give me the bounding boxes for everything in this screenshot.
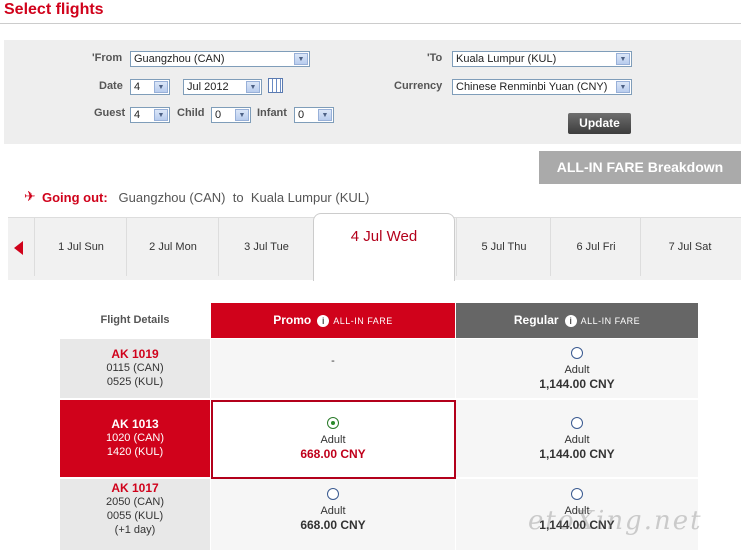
infant-select[interactable]: 0 ▼ — [294, 107, 334, 123]
fare-radio[interactable] — [327, 488, 339, 500]
date-tab[interactable]: 2 Jul Mon — [126, 218, 219, 276]
regular-header: Regular i ALL-IN FARE — [456, 303, 698, 338]
child-select[interactable]: 0 ▼ — [211, 107, 251, 123]
date-tab[interactable]: 5 Jul Thu — [456, 218, 551, 276]
fare-radio[interactable] — [571, 488, 583, 500]
flight-info: AK 1017 2050 (CAN) 0055 (KUL) (+1 day) — [60, 481, 210, 537]
update-button[interactable]: Update — [568, 113, 631, 134]
passenger-type: Adult — [564, 434, 590, 446]
going-out-label: Going out: — [42, 190, 108, 205]
flight-number: AK 1017 — [111, 481, 159, 495]
currency-value: Chinese Renminbi Yuan (CNY) — [456, 81, 608, 93]
from-select[interactable]: Guangzhou (CAN) ▼ — [130, 51, 310, 67]
chevron-down-icon: ▼ — [246, 81, 260, 93]
fare-radio[interactable] — [571, 347, 583, 359]
page-title: Select flights — [4, 1, 104, 18]
chevron-down-icon: ▼ — [235, 109, 249, 121]
info-icon[interactable]: i — [317, 314, 330, 327]
fare-price: 1,144.00 CNY — [539, 447, 615, 461]
flight-details-header: Flight Details — [100, 314, 170, 326]
to-value: Kuala Lumpur (KUL) — [456, 53, 557, 65]
fare-price: 668.00 CNY — [300, 518, 366, 532]
promo-cell-bg — [211, 339, 455, 398]
from-label: 'From — [92, 52, 123, 64]
departure-time: 2050 (CAN) — [105, 496, 165, 508]
fare-breakdown-button[interactable]: ALL-IN FARE Breakdown — [539, 151, 741, 184]
from-value: Guangzhou (CAN) — [134, 53, 225, 65]
next-day-note: (+1 day) — [114, 524, 156, 536]
passenger-type: Adult — [320, 434, 346, 446]
fare-price: 668.00 CNY — [300, 447, 366, 461]
regular-label: Regular — [513, 313, 559, 327]
destination-text: Kuala Lumpur (KUL) — [250, 190, 370, 205]
currency-select[interactable]: Chinese Renminbi Yuan (CNY) ▼ — [452, 79, 632, 95]
date-tab[interactable]: 1 Jul Sun — [34, 218, 127, 276]
title-divider — [0, 23, 741, 24]
going-out-line: Going out: Guangzhou (CAN) to Kuala Lump… — [42, 190, 369, 205]
child-value: 0 — [215, 109, 222, 121]
promo-fare: Adult 668.00 CNY — [211, 417, 455, 461]
regular-fare: Adult 1,144.00 CNY — [456, 347, 698, 391]
date-label: Date — [99, 80, 123, 92]
passenger-type: Adult — [564, 364, 590, 376]
fare-radio-selected[interactable] — [327, 417, 339, 429]
to-word: to — [232, 190, 244, 205]
departure-time: 0115 (CAN) — [106, 362, 164, 374]
previous-arrow-icon[interactable] — [14, 241, 23, 255]
date-tab[interactable]: 6 Jul Fri — [550, 218, 641, 276]
flight-info: AK 1013 1020 (CAN) 1420 (KUL) — [60, 417, 210, 459]
flight-number: AK 1019 — [111, 347, 159, 361]
origin-text: Guangzhou (CAN) — [118, 190, 226, 205]
chevron-down-icon: ▼ — [616, 81, 630, 93]
promo-header: Promo i ALL-IN FARE — [211, 303, 455, 338]
month-select[interactable]: Jul 2012 ▼ — [183, 79, 262, 95]
date-tab[interactable]: 7 Jul Sat — [640, 218, 739, 276]
guest-label: Guest — [94, 107, 126, 119]
day-value: 4 — [134, 81, 141, 93]
promo-unavailable: - — [331, 355, 335, 367]
info-icon[interactable]: i — [564, 314, 577, 327]
calendar-icon[interactable] — [268, 78, 283, 93]
promo-fare: Adult 668.00 CNY — [211, 488, 455, 532]
month-value: Jul 2012 — [187, 81, 229, 93]
fare-price: 1,144.00 CNY — [539, 377, 615, 391]
infant-value: 0 — [298, 109, 305, 121]
chevron-down-icon: ▼ — [318, 109, 332, 121]
to-select[interactable]: Kuala Lumpur (KUL) ▼ — [452, 51, 632, 67]
chevron-down-icon: ▼ — [616, 53, 630, 65]
fare-radio[interactable] — [571, 417, 583, 429]
date-tab-active[interactable]: 4 Jul Wed — [313, 213, 455, 281]
fare-tag: ALL-IN FARE — [333, 316, 393, 326]
plane-icon: ✈ — [24, 188, 36, 204]
fare-tag: ALL-IN FARE — [580, 316, 641, 326]
currency-label: Currency — [394, 80, 443, 92]
promo-label: Promo — [273, 313, 312, 327]
infant-label: Infant — [257, 107, 287, 119]
arrival-time: 0525 (KUL) — [106, 376, 164, 388]
day-select[interactable]: 4 ▼ — [130, 79, 170, 95]
child-label: Child — [177, 107, 205, 119]
chevron-down-icon: ▼ — [294, 53, 308, 65]
regular-fare: Adult 1,144.00 CNY — [456, 417, 698, 461]
guest-select[interactable]: 4 ▼ — [130, 107, 170, 123]
passenger-type: Adult — [320, 505, 346, 517]
arrival-time: 1420 (KUL) — [106, 446, 164, 458]
flight-info: AK 1019 0115 (CAN) 0525 (KUL) — [60, 347, 210, 389]
to-label: 'To — [427, 52, 443, 64]
arrival-time: 0055 (KUL) — [106, 510, 164, 522]
chevron-down-icon: ▼ — [154, 109, 168, 121]
date-tab[interactable]: 3 Jul Tue — [218, 218, 314, 276]
flight-number: AK 1013 — [111, 417, 159, 431]
watermark: etoXing.net — [528, 506, 703, 536]
departure-time: 1020 (CAN) — [105, 432, 165, 444]
guest-value: 4 — [134, 109, 141, 121]
chevron-down-icon: ▼ — [154, 81, 168, 93]
